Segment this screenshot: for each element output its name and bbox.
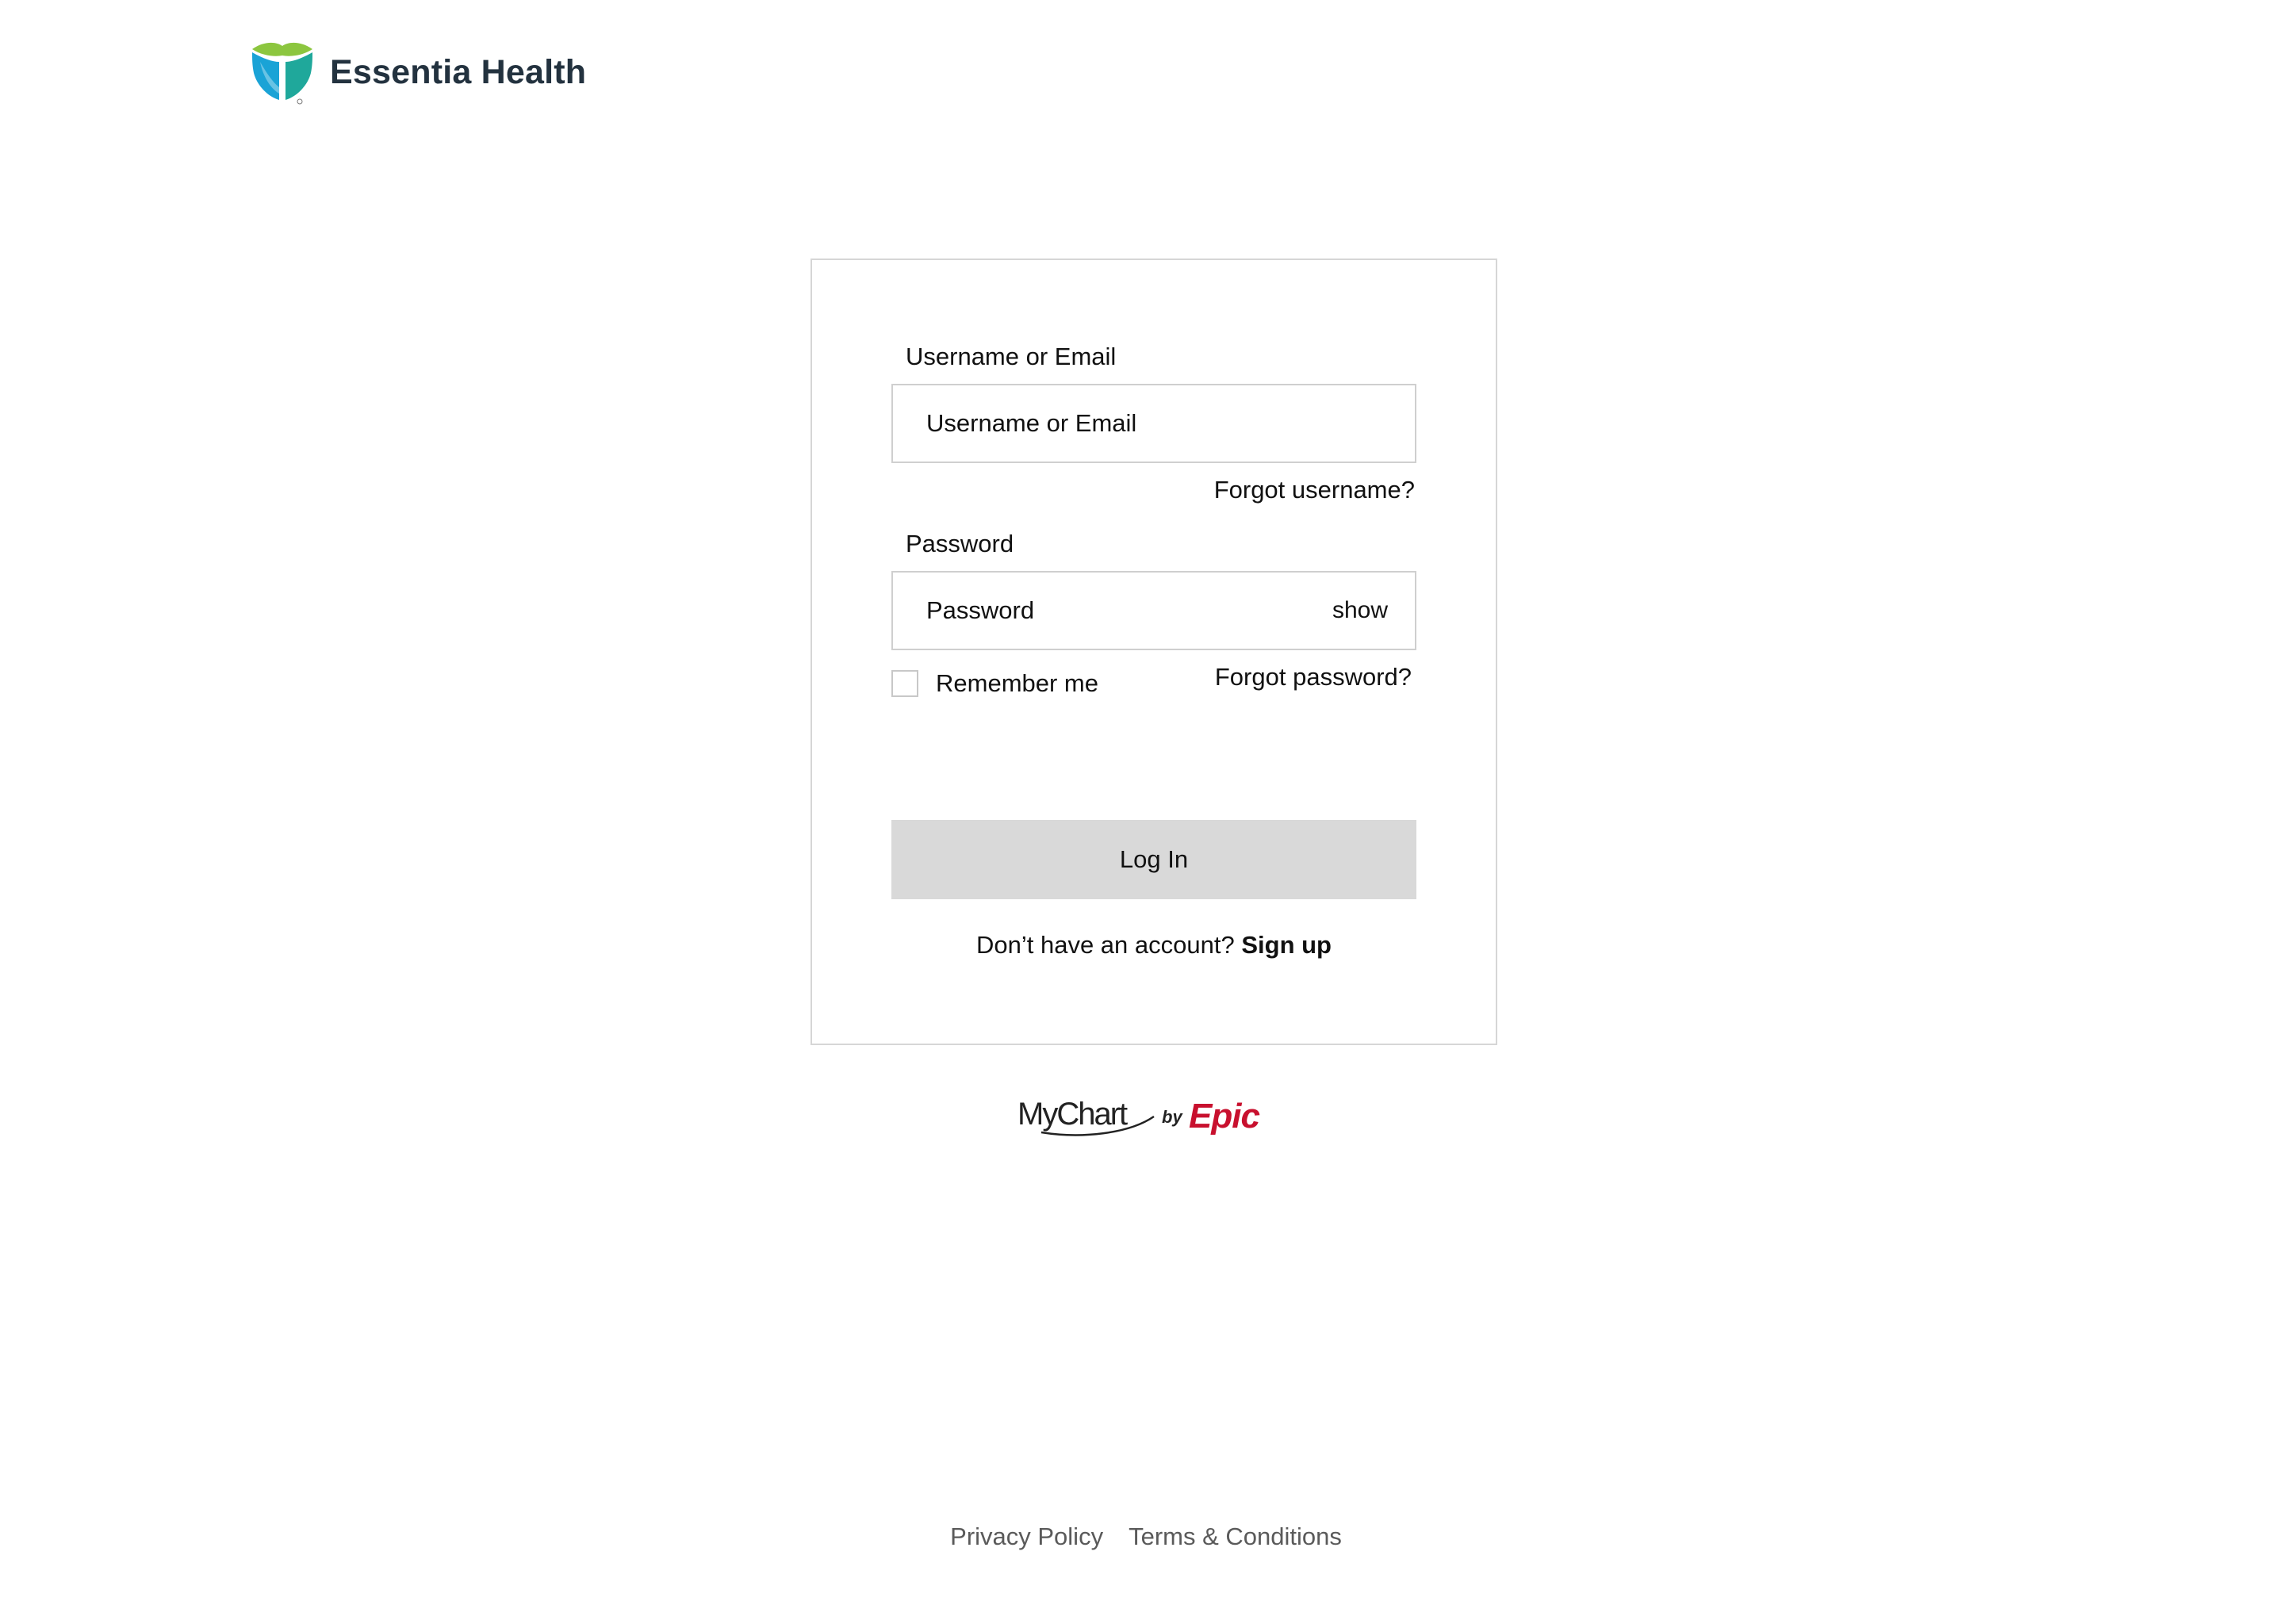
login-card: Username or Email Forgot username? Passw… xyxy=(811,259,1497,1045)
password-input[interactable] xyxy=(893,573,1332,649)
essentia-health-logo-icon xyxy=(252,42,312,105)
svg-text:Epic: Epic xyxy=(1189,1097,1259,1136)
show-password-toggle[interactable]: show xyxy=(1332,597,1388,624)
svg-text:by: by xyxy=(1162,1107,1183,1127)
brand-name: Essentia Health xyxy=(330,52,587,91)
username-input[interactable] xyxy=(893,385,1415,462)
password-label: Password xyxy=(906,530,1014,557)
privacy-policy-link[interactable]: Privacy Policy xyxy=(950,1522,1103,1551)
svg-text:MyChart: MyChart xyxy=(1017,1097,1128,1132)
password-field[interactable]: show xyxy=(891,571,1416,650)
footer: Privacy Policy Terms & Conditions xyxy=(0,1522,2284,1551)
remember-me-checkbox[interactable] xyxy=(891,670,918,697)
forgot-username-link[interactable]: Forgot username? xyxy=(1214,476,1415,504)
brand-header[interactable]: Essentia Health xyxy=(249,38,586,106)
login-page: Essentia Health Username or Email Forgot… xyxy=(0,0,2284,1624)
remember-me-control[interactable]: Remember me xyxy=(891,669,1098,698)
forgot-password-link[interactable]: Forgot password? xyxy=(1215,663,1412,691)
signup-prompt: Don’t have an account? Sign up xyxy=(812,931,1496,959)
signup-prompt-text: Don’t have an account? xyxy=(975,931,1235,959)
username-label: Username or Email xyxy=(906,343,1117,370)
username-field[interactable] xyxy=(891,384,1416,463)
mychart-by-epic-logo: MyChart by Epic xyxy=(1017,1097,1260,1136)
terms-conditions-link[interactable]: Terms & Conditions xyxy=(1129,1522,1342,1551)
log-in-button[interactable]: Log In xyxy=(891,820,1416,899)
remember-me-label[interactable]: Remember me xyxy=(936,669,1098,698)
sign-up-link[interactable]: Sign up xyxy=(1241,931,1332,959)
